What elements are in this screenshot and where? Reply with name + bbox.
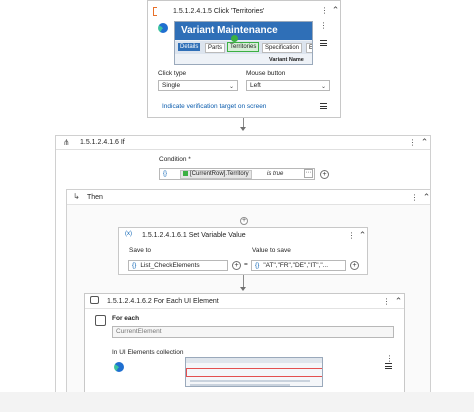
edge-browser-icon bbox=[114, 362, 124, 372]
if-activity-title: 1.5.1.2.4.1.6 If bbox=[80, 139, 125, 146]
mouse-button-label: Mouse button bbox=[246, 70, 286, 77]
bottom-scroll-shade bbox=[0, 392, 474, 412]
collapse-icon[interactable]: ⌃ bbox=[420, 137, 429, 147]
collapse-icon[interactable]: ⌃ bbox=[394, 296, 403, 306]
click-type-select[interactable]: Single ⌄ bbox=[158, 80, 238, 91]
preview-tab-e: E bbox=[306, 43, 312, 53]
variable-icon: (x) bbox=[125, 231, 132, 237]
preview-app-title: Variant Maintenance bbox=[181, 25, 278, 36]
preview-row bbox=[190, 380, 310, 382]
more-options-icon[interactable]: ⋮ bbox=[410, 193, 419, 202]
mouse-button-select[interactable]: Left ⌄ bbox=[246, 80, 330, 91]
then-header-bar bbox=[67, 190, 430, 205]
add-condition-icon[interactable]: + bbox=[320, 170, 329, 179]
condition-field[interactable]: {} [CurrentRow].Territory is true bbox=[159, 168, 315, 180]
preview-column-label: Variant Name bbox=[269, 57, 304, 63]
collection-preview[interactable] bbox=[185, 357, 323, 387]
more-options-icon[interactable]: ⋮ bbox=[347, 231, 356, 240]
connector-arrow bbox=[240, 287, 246, 291]
equals-sign: = bbox=[244, 261, 248, 268]
value-to-save-label: Value to save bbox=[252, 247, 291, 254]
add-variable-icon[interactable]: + bbox=[232, 261, 241, 270]
if-branch-icon: ⋔ bbox=[63, 138, 70, 147]
collapse-icon[interactable]: ⌃ bbox=[358, 230, 367, 240]
expression-icon: {} bbox=[132, 262, 137, 269]
element-icon bbox=[95, 315, 106, 326]
preview-row bbox=[190, 384, 290, 386]
variable-chip: [CurrentRow].Territory bbox=[180, 170, 252, 179]
value-to-save-field[interactable]: {} "AT","FR","DE","IT","... bbox=[251, 260, 346, 271]
preview-more-icon[interactable]: ⋮ bbox=[319, 21, 328, 30]
click-activity-title: 1.5.1.2.4.1.5 Click 'Territories' bbox=[173, 8, 265, 15]
more-options-icon[interactable]: ⋮ bbox=[382, 297, 391, 306]
add-activity-icon[interactable]: + bbox=[240, 217, 248, 225]
chevron-down-icon: ⌄ bbox=[320, 84, 326, 90]
collapse-icon[interactable]: ⌃ bbox=[331, 5, 340, 15]
expression-icon: {} bbox=[255, 262, 260, 269]
preview-tab-details: Details bbox=[178, 43, 201, 51]
for-each-title: 1.5.1.2.4.1.6.2 For Each UI Element bbox=[107, 298, 219, 305]
then-label: Then bbox=[87, 194, 103, 201]
connector-arrow bbox=[240, 127, 246, 131]
loop-icon bbox=[90, 296, 99, 304]
preview-tab-specification: Specification bbox=[262, 43, 303, 53]
verify-target-link[interactable]: Indicate verification target on screen bbox=[162, 103, 266, 110]
add-value-icon[interactable]: + bbox=[350, 261, 359, 270]
current-element-field[interactable]: CurrentElement bbox=[112, 326, 394, 338]
target-anchor-icon bbox=[231, 35, 238, 42]
set-variable-card[interactable]: (x) 1.5.1.2.4.1.6.1 Set Variable Value ⋮… bbox=[118, 227, 368, 275]
chevron-down-icon: ⌄ bbox=[228, 84, 234, 90]
then-arrow-icon: ↳ bbox=[73, 192, 80, 201]
verify-menu-button[interactable] bbox=[318, 101, 329, 111]
save-to-label: Save to bbox=[129, 247, 152, 254]
set-variable-title: 1.5.1.2.4.1.6.1 Set Variable Value bbox=[142, 232, 246, 239]
target-preview[interactable]: Variant Maintenance Details Parts Territ… bbox=[174, 21, 313, 65]
condition-keyword: is true bbox=[267, 171, 284, 177]
save-to-field[interactable]: {} List_CheckElements bbox=[128, 260, 228, 271]
edge-browser-icon bbox=[158, 23, 168, 33]
click-activity-card[interactable]: 1.5.1.2.4.1.5 Click 'Territories' ⋮ ⌃ Va… bbox=[147, 0, 341, 118]
preview-menu-button[interactable] bbox=[383, 361, 394, 371]
condition-label: Condition * bbox=[159, 156, 191, 163]
more-options-icon[interactable]: ⋮ bbox=[320, 6, 329, 15]
preview-highlight bbox=[186, 368, 322, 377]
preview-tab-parts: Parts bbox=[205, 43, 226, 53]
collapse-icon[interactable]: ⌃ bbox=[422, 192, 431, 202]
expression-icon: {} bbox=[163, 171, 168, 177]
preview-menu-button[interactable] bbox=[318, 38, 329, 48]
preview-tab-territories: Territories bbox=[227, 42, 260, 52]
preview-toolbar bbox=[186, 358, 322, 363]
orange-bracket-icon bbox=[153, 7, 157, 16]
for-each-label: For each bbox=[112, 315, 140, 322]
collection-label: In UI Elements collection bbox=[112, 349, 184, 356]
more-options-icon[interactable]: ⋮ bbox=[408, 138, 417, 147]
condition-options-button[interactable]: ⋯ bbox=[304, 169, 313, 178]
click-type-label: Click type bbox=[158, 70, 187, 77]
table-icon bbox=[183, 171, 188, 176]
